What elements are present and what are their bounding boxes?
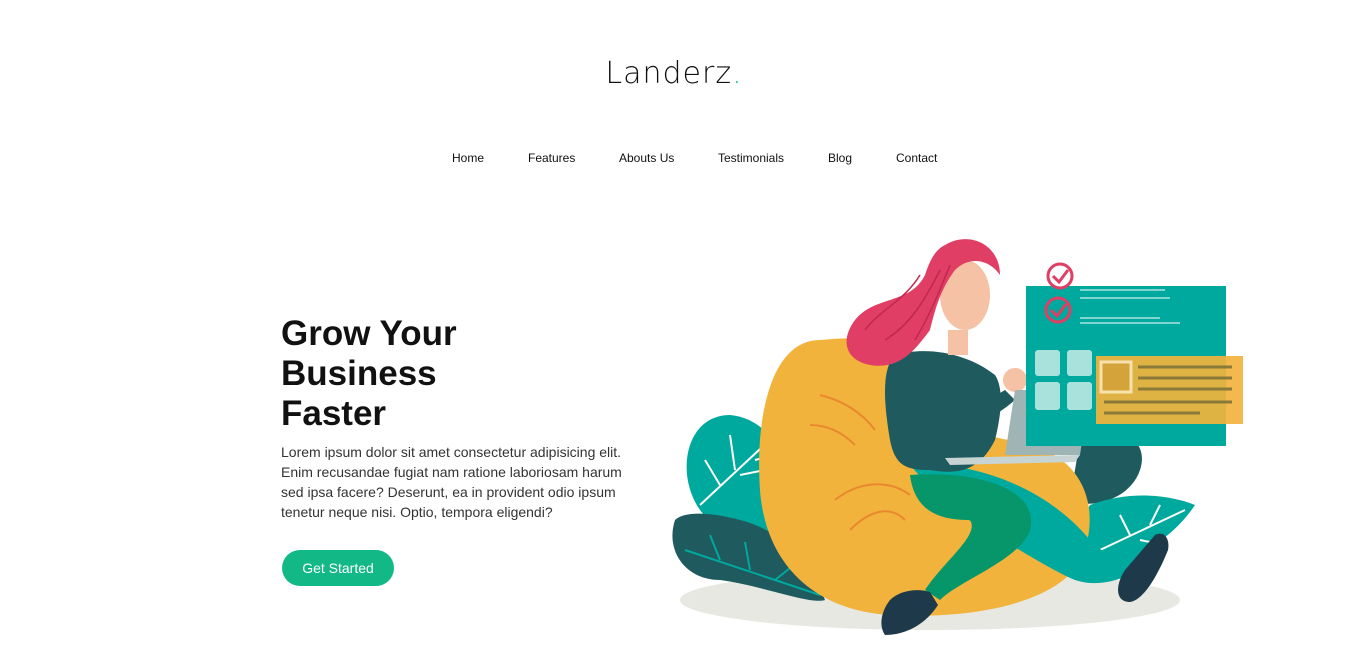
nav-item-home[interactable]: Home <box>452 151 484 165</box>
check-icon <box>1046 262 1074 290</box>
neck <box>948 330 968 355</box>
nav-item-features[interactable]: Features <box>528 151 575 165</box>
woman-on-beanbag-illustration <box>672 239 1243 635</box>
ui-card-yellow-thumb <box>1099 360 1133 394</box>
hero-title-line-1: Grow Your <box>281 314 457 353</box>
hero-description: Lorem ipsum dolor sit amet consectetur a… <box>281 444 622 520</box>
brand-dot: . <box>732 56 743 91</box>
brand-logo[interactable]: Landerz. <box>0 56 1348 91</box>
hero-title: Grow Your Business Faster <box>281 314 581 434</box>
get-started-button[interactable]: Get Started <box>282 550 394 586</box>
hero-title-line-3: Faster <box>281 394 387 433</box>
nav-item-about-us[interactable]: Abouts Us <box>619 151 674 165</box>
brand-name: Landerz <box>605 56 733 91</box>
nav-item-contact[interactable]: Contact <box>896 151 937 165</box>
nav-item-blog[interactable]: Blog <box>828 151 852 165</box>
hero-title-line-2: Business <box>281 354 437 393</box>
check-icon <box>1044 296 1072 324</box>
hand <box>1003 368 1027 392</box>
nav-item-testimonials[interactable]: Testimonials <box>718 151 784 165</box>
